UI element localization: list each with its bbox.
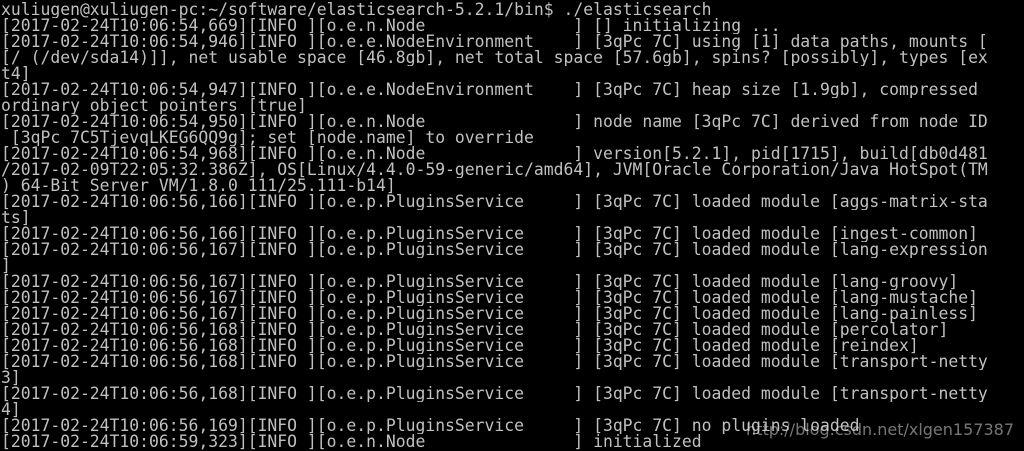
terminal-log-line: [2017-02-24T10:06:56,166][INFO ][o.e.p.P…	[1, 226, 978, 242]
terminal-log-line: t4]	[1, 66, 31, 82]
terminal-log-line: [2017-02-24T10:06:56,167][INFO ][o.e.p.P…	[1, 306, 978, 322]
terminal-log-line: 4]	[1, 402, 21, 418]
terminal-log-line: [2017-02-24T10:06:54,669][INFO ][o.e.n.N…	[1, 18, 781, 34]
terminal-log-line: [2017-02-24T10:06:56,167][INFO ][o.e.p.P…	[1, 290, 978, 306]
terminal-log-line: [2017-02-24T10:06:56,168][INFO ][o.e.p.P…	[1, 338, 919, 354]
terminal-log-line: /2017-02-09T22:05:32.386Z], OS[Linux/4.4…	[1, 162, 988, 178]
terminal-log-line: ]	[1, 258, 11, 274]
terminal-log-line: [2017-02-24T10:06:54,946][INFO ][o.e.e.N…	[1, 34, 988, 50]
terminal-log-line: ) 64-Bit Server VM/1.8.0_111/25.111-b14]	[1, 178, 396, 194]
terminal-log-line: 3]	[1, 370, 21, 386]
terminal-log-line: [3qPc_7C5TjevqLKEG6QQ9g]; set [node.name…	[1, 130, 534, 146]
watermark-url: http://blog.csdn.net/xlgen157387	[746, 420, 1014, 439]
terminal-log-line: [2017-02-24T10:06:54,950][INFO ][o.e.n.N…	[1, 114, 988, 130]
terminal-log-line: ordinary object pointers [true]	[1, 98, 307, 114]
terminal-log-line: [2017-02-24T10:06:56,168][INFO ][o.e.p.P…	[1, 386, 988, 402]
terminal-log-line: [2017-02-24T10:06:56,167][INFO ][o.e.p.P…	[1, 274, 959, 290]
terminal-window[interactable]: xuliugen@xuliugen-pc:~/software/elastics…	[0, 0, 1024, 451]
terminal-log-line: [2017-02-24T10:06:56,168][INFO ][o.e.p.P…	[1, 354, 988, 370]
terminal-log-line: [/ (/dev/sda14)]], net usable_space [46.…	[1, 50, 988, 66]
terminal-log-line: [2017-02-24T10:06:56,168][INFO ][o.e.p.P…	[1, 322, 949, 338]
terminal-log-line: [2017-02-24T10:06:54,968][INFO ][o.e.n.N…	[1, 146, 988, 162]
terminal-log-line: ts]	[1, 210, 31, 226]
terminal-line-prompt: xuliugen@xuliugen-pc:~/software/elastics…	[1, 2, 712, 18]
terminal-log-line: [2017-02-24T10:06:56,166][INFO ][o.e.p.P…	[1, 194, 988, 210]
terminal-log-line: [2017-02-24T10:06:54,947][INFO ][o.e.e.N…	[1, 82, 978, 98]
terminal-log-line: [2017-02-24T10:06:56,167][INFO ][o.e.p.P…	[1, 242, 988, 258]
